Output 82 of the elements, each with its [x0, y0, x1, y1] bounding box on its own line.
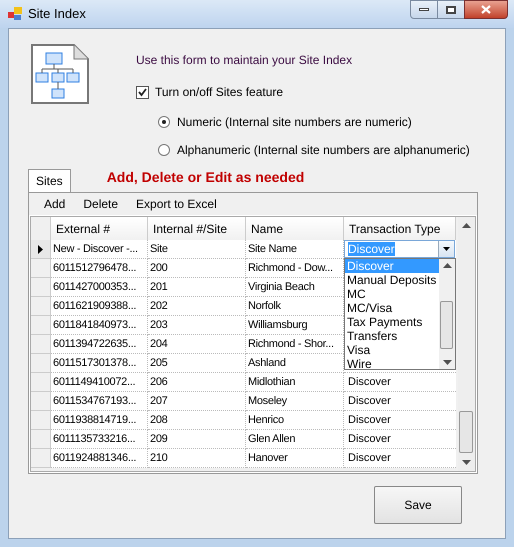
table-cell-text: Discover	[347, 432, 392, 447]
table-cell: 6011149410072...	[51, 373, 148, 392]
dropdown-option[interactable]: MC/Visa	[345, 301, 439, 315]
section-heading: Add, Delete or Edit as needed	[106, 168, 304, 187]
table-cell-text: Discover	[347, 394, 392, 409]
minimize-button[interactable]	[410, 0, 438, 19]
save-button[interactable]: Save	[374, 486, 462, 524]
table-cell: 6011427000353...	[51, 278, 148, 297]
table-cell-text: Discover	[347, 374, 392, 390]
toolbar-button[interactable]: Add	[35, 194, 74, 214]
table-cell: 6011394722635...	[51, 335, 148, 354]
table-cell: 6011938814719...	[51, 411, 148, 430]
dropdown-scrollbar[interactable]	[439, 259, 455, 369]
scroll-down-icon[interactable]	[462, 460, 471, 465]
table-cell: 201	[148, 278, 246, 297]
radio-label: Alphanumeric (Internal site numbers are alphanumeric)	[177, 142, 470, 159]
column-header[interactable]: Name	[246, 217, 344, 240]
table-cell: Hanover	[246, 449, 344, 468]
app-icon	[8, 7, 22, 21]
table-cell: 207	[148, 392, 246, 411]
table-cell-text: Discover	[347, 450, 392, 466]
site-map-icon	[30, 43, 90, 105]
table-cell: Ashland	[246, 354, 344, 373]
table-cell: 200	[148, 259, 246, 278]
toolbar-button[interactable]: Export to Excel	[127, 194, 226, 214]
current-row-icon	[38, 244, 43, 254]
table-cell: Virginia Beach	[246, 278, 344, 297]
dropdown-option[interactable]: MC	[345, 287, 439, 301]
dropdown-option[interactable]: Wire	[345, 357, 439, 371]
toolbar-button[interactable]: Delete	[74, 194, 128, 214]
maximize-button[interactable]	[438, 0, 464, 19]
close-icon	[481, 5, 491, 14]
row-header[interactable]	[31, 240, 51, 259]
table-cell-text: Discover	[347, 412, 392, 428]
table-cell: Site Name	[246, 240, 344, 259]
table-cell: Williamsburg	[246, 316, 344, 335]
scrollbar-thumb[interactable]	[440, 301, 453, 349]
dropdown-option[interactable]: Manual Deposits	[345, 273, 439, 287]
radio-button[interactable]	[158, 144, 170, 156]
table-cell: Site	[148, 240, 246, 259]
table-cell: 209	[148, 430, 246, 449]
radio-button[interactable]	[158, 116, 170, 128]
column-header[interactable]: Transaction Type	[344, 217, 456, 240]
tab[interactable]: Sites	[28, 169, 71, 192]
scroll-up-icon[interactable]	[442, 263, 452, 268]
table-cell: Midlothian	[246, 373, 344, 392]
column-header[interactable]: Internal #/Site	[148, 217, 246, 240]
close-button[interactable]	[464, 0, 508, 19]
dropdown-option[interactable]: Tax Payments	[345, 315, 439, 329]
window-title: Site Index	[28, 5, 86, 24]
intro-text: Use this form to maintain your Site Index	[136, 52, 354, 69]
table-cell: Henrico	[246, 411, 344, 430]
dropdown-option[interactable]: Visa	[345, 343, 439, 357]
table-cell: 6011512796478...	[51, 259, 148, 278]
scroll-down-icon[interactable]	[442, 360, 452, 365]
table-cell: 210	[148, 449, 246, 468]
table-cell: New - Discover -...	[51, 240, 148, 259]
table-cell: 206	[148, 373, 246, 392]
table-cell: 6011841840973...	[51, 316, 148, 335]
table-cell: 6011924881346...	[51, 449, 148, 468]
scroll-up-icon[interactable]	[462, 223, 471, 228]
column-header[interactable]: External #	[51, 217, 148, 240]
table-cell: 202	[148, 297, 246, 316]
table-cell: 205	[148, 354, 246, 373]
table-cell: Richmond - Shor...	[246, 335, 344, 354]
checkbox-label: Turn on/off Sites feature	[155, 84, 284, 101]
scrollbar-thumb[interactable]	[459, 411, 473, 453]
radio-label: Numeric (Internal site numbers are numeric)	[177, 114, 412, 131]
table-cell: Moseley	[246, 392, 344, 411]
table-cell: 203	[148, 316, 246, 335]
table-cell: 6011517301378...	[51, 354, 148, 373]
dropdown-arrow-icon	[443, 247, 450, 251]
table-cell: 204	[148, 335, 246, 354]
table-cell: 6011135733216...	[51, 430, 148, 449]
table-cell: 208	[148, 411, 246, 430]
dropdown-option[interactable]: Transfers	[345, 329, 439, 343]
table-cell: Richmond - Dow...	[246, 259, 344, 278]
feature-checkbox[interactable]	[136, 86, 149, 98]
table-cell: 6011534767193...	[51, 392, 148, 411]
table-cell: 6011621909388...	[51, 297, 148, 316]
table-cell: Glen Allen	[246, 430, 344, 449]
table-cell: Norfolk	[246, 297, 344, 316]
